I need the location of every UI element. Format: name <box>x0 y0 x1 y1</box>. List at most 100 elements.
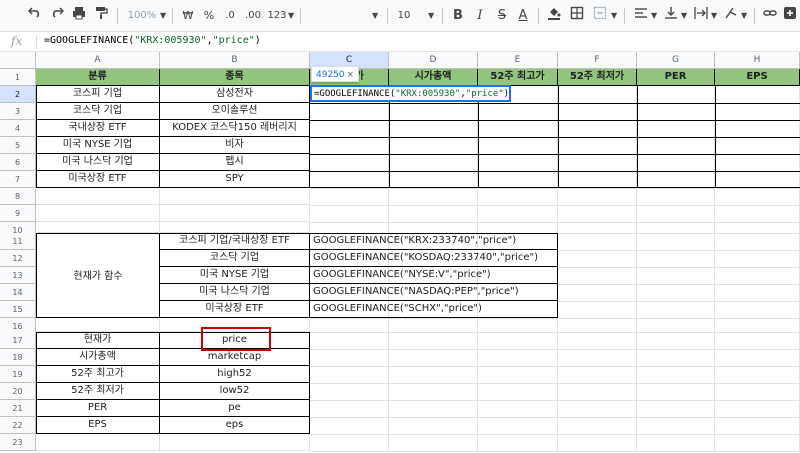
attribute-value[interactable]: pe <box>160 400 310 417</box>
header-stock[interactable]: 종목 <box>160 69 310 86</box>
link-icon[interactable] <box>761 6 779 26</box>
stock-name[interactable]: 비자 <box>160 137 310 154</box>
insert-comment-icon[interactable] <box>782 6 798 26</box>
column-header-g[interactable]: G <box>637 52 715 69</box>
row-header[interactable]: 17 <box>0 332 36 349</box>
select-all-corner[interactable] <box>0 52 36 69</box>
font-family-chevron-icon[interactable]: ▼ <box>372 6 378 26</box>
stock-name[interactable]: 펩시 <box>160 154 310 171</box>
header-market-cap[interactable]: 시가총액 <box>389 69 478 86</box>
formula-input[interactable]: =GOOGLEFINANCE("KRX:005930","price") <box>44 35 261 46</box>
undo-icon[interactable] <box>26 6 44 26</box>
close-icon[interactable]: × <box>346 67 354 83</box>
vertical-align-icon[interactable] <box>662 6 680 26</box>
cell[interactable] <box>36 434 160 451</box>
strikethrough-button[interactable]: S <box>494 6 510 26</box>
attribute-value[interactable]: eps <box>160 417 310 434</box>
row-header[interactable]: 1 <box>0 69 36 86</box>
header-category[interactable]: 분류 <box>36 69 160 86</box>
attribute-label[interactable]: EPS <box>36 417 160 434</box>
row-header[interactable]: 8 <box>0 188 36 205</box>
header-eps[interactable]: EPS <box>715 69 800 86</box>
header-per[interactable]: PER <box>637 69 715 86</box>
paint-format-icon[interactable] <box>92 6 110 26</box>
horizontal-align-icon[interactable] <box>632 6 650 26</box>
decrease-decimals-button[interactable]: .0 <box>221 6 239 26</box>
market-label[interactable]: 코스피 기업/국내상장 ETF <box>160 233 310 250</box>
text-wrap-icon[interactable] <box>692 6 710 26</box>
stock-category[interactable]: 미국 나스닥 기업 <box>36 154 160 171</box>
row-header[interactable]: 4 <box>0 120 36 137</box>
attribute-label[interactable]: 현재가 <box>36 332 160 349</box>
header-52w-high[interactable]: 52주 최고가 <box>478 69 558 86</box>
row-header[interactable]: 3 <box>0 103 36 120</box>
currency-button[interactable]: ₩ <box>180 6 196 26</box>
cell[interactable] <box>160 222 310 233</box>
column-header-h[interactable]: H <box>715 52 800 69</box>
row-header[interactable]: 2 <box>0 86 36 103</box>
attribute-value[interactable]: low52 <box>160 383 310 400</box>
market-formula[interactable]: GOOGLEFINANCE("KOSDAQ:233740","price") <box>310 250 558 267</box>
cell-editor[interactable]: =GOOGLEFINANCE("KRX:005930","price") <box>310 85 511 102</box>
market-label[interactable]: 미국상장 ETF <box>160 301 310 318</box>
row-header[interactable]: 14 <box>0 284 36 301</box>
row-header[interactable]: 20 <box>0 383 36 400</box>
attribute-value[interactable]: high52 <box>160 366 310 383</box>
bold-button[interactable]: B <box>450 6 466 26</box>
attribute-label[interactable]: PER <box>36 400 160 417</box>
row-header[interactable]: 5 <box>0 137 36 154</box>
merge-cells-icon[interactable] <box>591 6 609 26</box>
stock-name[interactable]: SPY <box>160 171 310 188</box>
redo-icon[interactable] <box>48 6 66 26</box>
attribute-value[interactable]: marketcap <box>160 349 310 366</box>
column-header-e[interactable]: E <box>478 52 558 69</box>
attribute-label[interactable]: 시가총액 <box>36 349 160 366</box>
market-formula[interactable]: GOOGLEFINANCE("NASDAQ:PEP","price") <box>310 284 558 301</box>
stock-category[interactable]: 국내상장 ETF <box>36 120 160 137</box>
increase-decimals-button[interactable]: .00 <box>242 6 264 26</box>
attribute-label[interactable]: 52주 최고가 <box>36 366 160 383</box>
percent-button[interactable]: % <box>201 6 217 26</box>
market-label[interactable]: 코스닥 기업 <box>160 250 310 267</box>
more-formats-button[interactable]: 123 <box>267 6 287 26</box>
row-header[interactable]: 6 <box>0 154 36 171</box>
cell[interactable] <box>36 222 160 233</box>
stock-name[interactable]: KODEX 코스닥150 레버리지 <box>160 120 310 137</box>
column-header-d[interactable]: D <box>389 52 478 69</box>
row-header[interactable]: 15 <box>0 301 36 318</box>
attribute-label[interactable]: 52주 최저가 <box>36 383 160 400</box>
cell[interactable] <box>160 434 310 451</box>
row-header[interactable]: 13 <box>0 267 36 284</box>
stock-name[interactable]: 오이솔루션 <box>160 103 310 120</box>
fill-color-icon[interactable] <box>545 6 563 26</box>
row-header[interactable]: 19 <box>0 366 36 383</box>
row-header[interactable]: 12 <box>0 250 36 267</box>
row-header[interactable]: 11 <box>0 233 36 250</box>
cell[interactable] <box>160 205 310 222</box>
stock-category[interactable]: 코스피 기업 <box>36 86 160 103</box>
italic-button[interactable]: I <box>472 6 488 26</box>
stock-category[interactable]: 미국상장 ETF <box>36 171 160 188</box>
row-header[interactable]: 22 <box>0 417 36 434</box>
row-header[interactable]: 23 <box>0 434 36 451</box>
borders-icon[interactable] <box>568 6 586 26</box>
cell[interactable] <box>36 318 160 332</box>
market-formula[interactable]: GOOGLEFINANCE("SCHX","price") <box>310 301 558 318</box>
cell[interactable] <box>160 188 310 205</box>
row-header[interactable]: 21 <box>0 400 36 417</box>
print-icon[interactable] <box>70 6 88 26</box>
header-52w-low[interactable]: 52주 최저가 <box>558 69 637 86</box>
row-header[interactable]: 9 <box>0 205 36 222</box>
column-header-f[interactable]: F <box>558 52 637 69</box>
zoom-select[interactable]: 100% <box>124 6 160 26</box>
row-header[interactable]: 18 <box>0 349 36 366</box>
column-header-a[interactable]: A <box>36 52 160 69</box>
cell[interactable] <box>36 205 160 222</box>
price-function-label[interactable]: 현재가 함수 <box>36 233 160 318</box>
market-formula[interactable]: GOOGLEFINANCE("KRX:233740","price") <box>310 233 558 250</box>
column-header-b[interactable]: B <box>160 52 310 69</box>
market-formula[interactable]: GOOGLEFINANCE("NYSE:V","price") <box>310 267 558 284</box>
market-label[interactable]: 미국 나스닥 기업 <box>160 284 310 301</box>
cell[interactable] <box>36 188 160 205</box>
font-size-select[interactable]: 10 <box>394 6 414 26</box>
